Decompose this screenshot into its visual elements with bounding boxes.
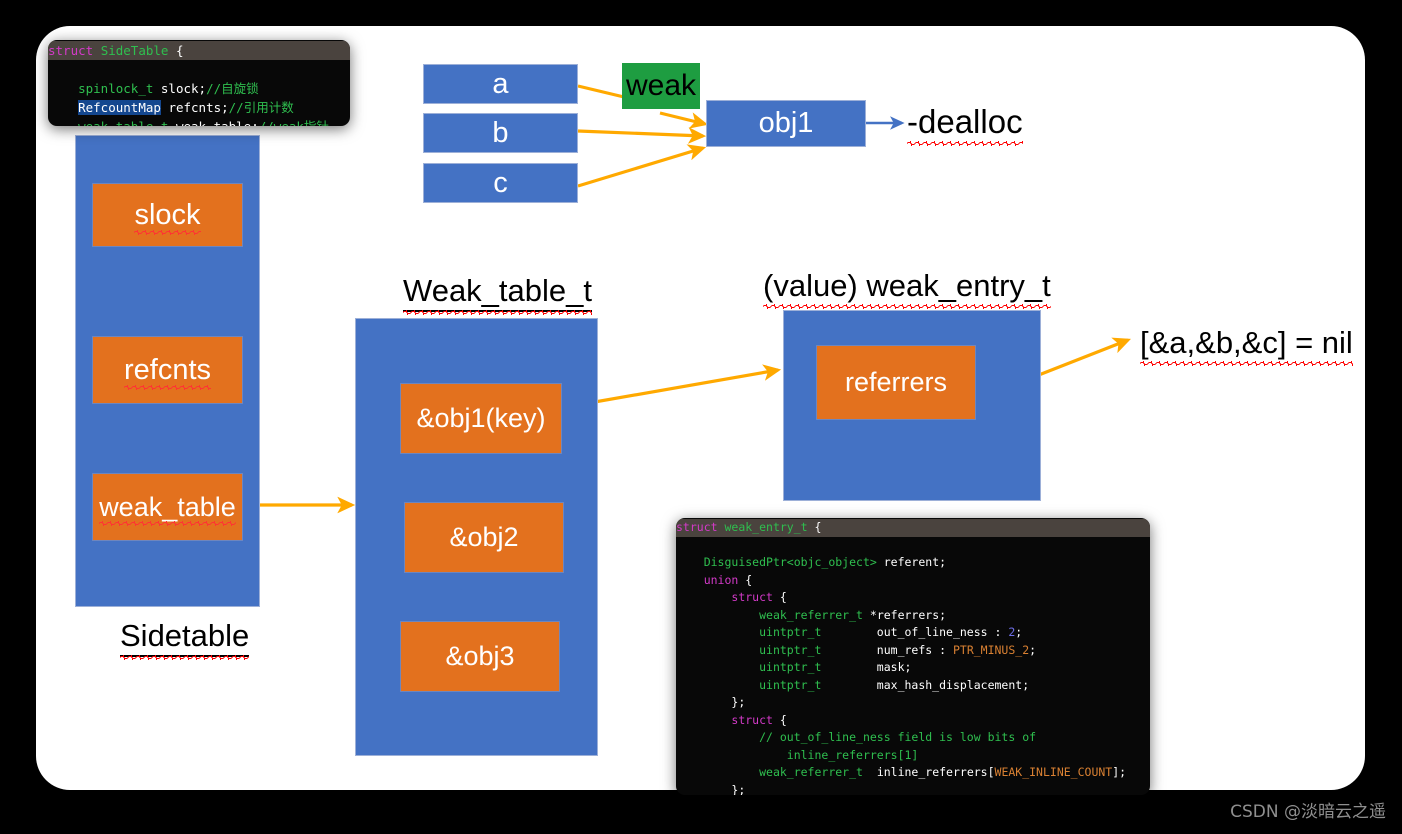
sidetable-field-slock-label: slock — [134, 198, 201, 235]
weak-table-caption: Weak_table_t — [403, 273, 592, 315]
sidetable-caption-text: Sidetable — [120, 618, 250, 660]
diagram-canvas: a b c weak obj1 -dealloc slock refcnts w… — [0, 0, 1402, 834]
watermark: CSDN @淡暗云之遥 — [1230, 802, 1386, 822]
weak-entry-caption-text: (value) weak_entry_t — [763, 268, 1051, 309]
ref-box-c-label: c — [493, 166, 508, 199]
ref-box-a-label: a — [492, 67, 509, 100]
weak-table-entry-obj2[interactable]: &obj2 — [404, 502, 564, 573]
sidetable-field-refcnts[interactable]: refcnts — [92, 336, 243, 404]
code-weak-entry-text: struct weak_entry_t { DisguisedPtr<objc_… — [676, 518, 1150, 795]
sidetable-caption: Sidetable — [120, 618, 250, 660]
weak-table-caption-text: Weak_table_t — [403, 273, 592, 315]
weak-entry-field-referrers-label: referrers — [844, 367, 947, 397]
code-sidetable-text: struct SideTable { spinlock_t slock;//自旋… — [48, 40, 350, 126]
weak-table-entry-obj1[interactable]: &obj1(key) — [400, 383, 562, 454]
obj1-box[interactable]: obj1 — [706, 100, 866, 147]
obj1-label: obj1 — [758, 107, 814, 139]
weak-entry-caption: (value) weak_entry_t — [763, 268, 1051, 309]
ref-box-c[interactable]: c — [423, 163, 578, 203]
code-block-weak-entry: struct weak_entry_t { DisguisedPtr<objc_… — [676, 518, 1150, 795]
dealloc-text: -dealloc — [907, 103, 1023, 146]
weak-badge-label: weak — [625, 69, 697, 102]
ref-box-b-label: b — [492, 116, 509, 149]
sidetable-field-weak-table-label: weak_table — [99, 491, 236, 526]
weak-table-entry-obj3[interactable]: &obj3 — [400, 621, 560, 692]
weak-table-entry-obj3-label: &obj3 — [445, 641, 515, 671]
weak-table-entry-obj1-label: &obj1(key) — [416, 403, 546, 433]
weak-badge[interactable]: weak — [622, 63, 700, 109]
code-block-sidetable: struct SideTable { spinlock_t slock;//自旋… — [48, 40, 350, 126]
ref-box-a[interactable]: a — [423, 64, 578, 104]
dealloc-label: -dealloc — [907, 103, 1023, 146]
weak-table-entry-obj2-label: &obj2 — [449, 522, 519, 552]
weak-entry-field-referrers[interactable]: referrers — [816, 345, 976, 420]
referrers-annotation-text: [&a,&b,&c] = nil — [1140, 325, 1353, 366]
sidetable-field-weak-table[interactable]: weak_table — [92, 473, 243, 541]
referrers-annotation: [&a,&b,&c] = nil — [1140, 325, 1353, 366]
sidetable-field-refcnts-label: refcnts — [123, 353, 212, 390]
ref-box-b[interactable]: b — [423, 113, 578, 153]
sidetable-field-slock[interactable]: slock — [92, 183, 243, 247]
